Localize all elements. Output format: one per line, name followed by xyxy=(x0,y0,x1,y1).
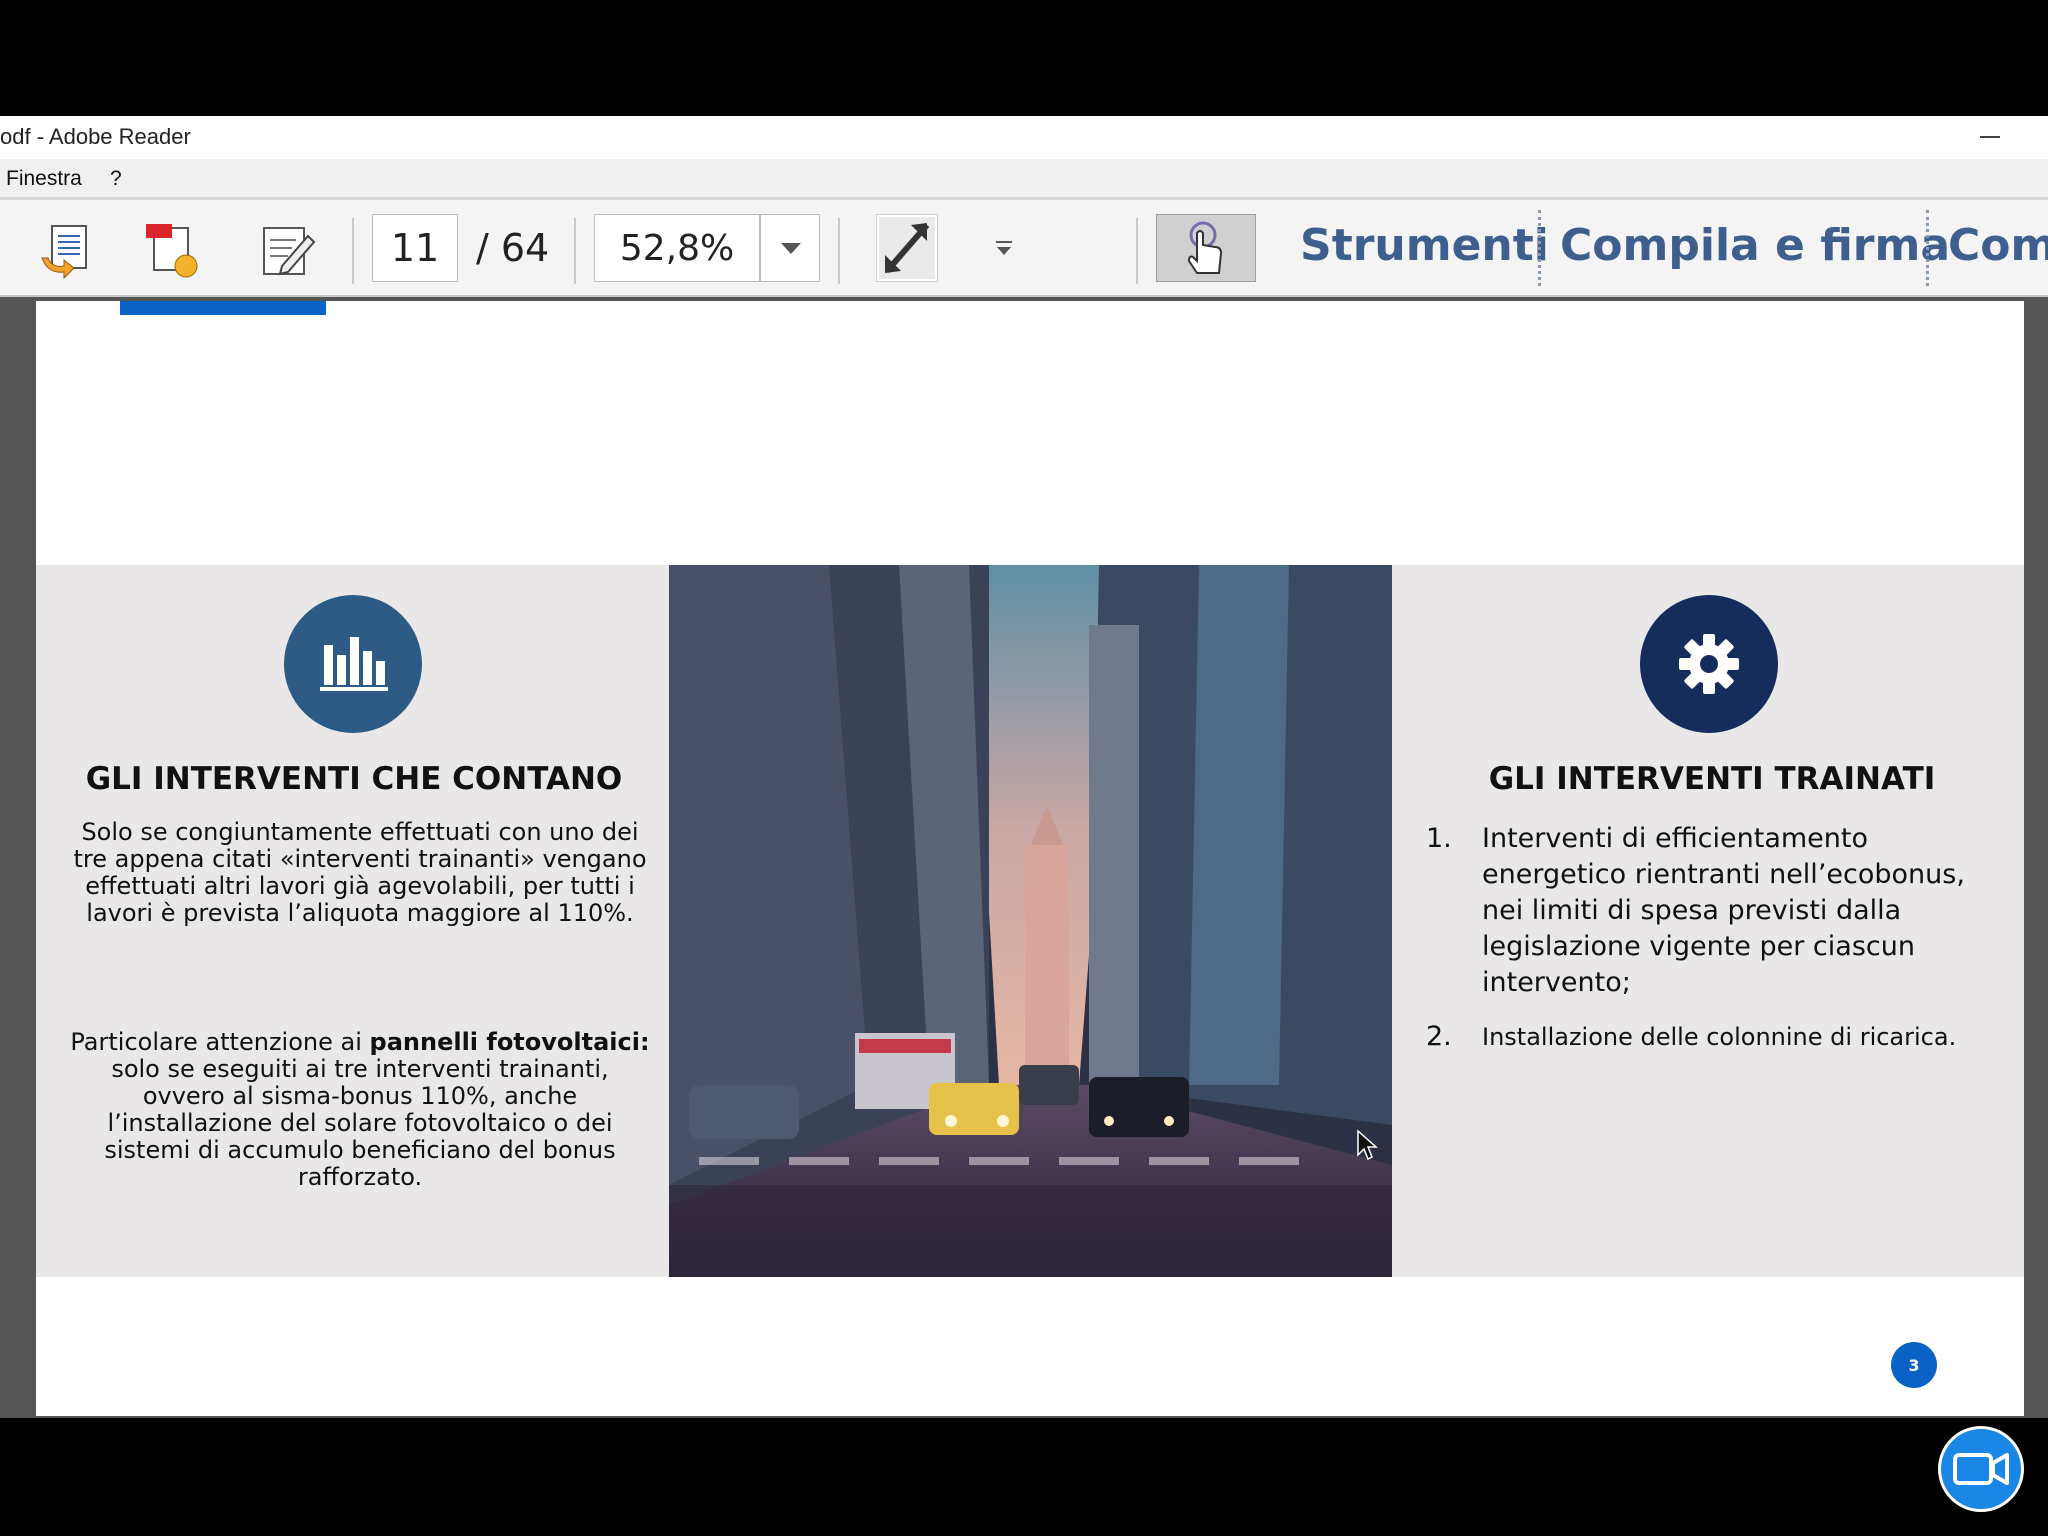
paragraph-2-rest: solo se eseguiti ai tre interventi train… xyxy=(104,1055,616,1191)
fill-sign-panel-link[interactable]: Compila e firma xyxy=(1560,220,1950,271)
expand-arrows-icon xyxy=(879,217,935,279)
city-street-photo xyxy=(669,565,1392,1277)
panel-separator xyxy=(1538,210,1541,286)
minimize-button[interactable] xyxy=(1972,118,2008,154)
list-item: 2. Installazione delle colonnine di rica… xyxy=(1426,1019,1986,1055)
current-page-input[interactable]: 11 xyxy=(372,214,458,282)
touch-mode-button[interactable] xyxy=(1156,214,1256,282)
hand-touch-icon xyxy=(1187,221,1223,274)
document-workspace: GLI INTERVENTI CHE CONTANO Solo se congi… xyxy=(0,297,2048,1418)
export-pdf-icon[interactable] xyxy=(140,222,204,282)
toolbar-separator xyxy=(1136,218,1138,284)
list-item-text: Installazione delle colonnine di ricaric… xyxy=(1482,1023,1957,1051)
fit-page-button[interactable] xyxy=(876,214,938,282)
page-number-badge: 3 xyxy=(1891,1342,1937,1388)
tools-panel-link[interactable]: Strumenti xyxy=(1300,220,1549,271)
toolbar-separator xyxy=(352,218,354,284)
trainati-list: 1. Interventi di efficientamento energet… xyxy=(1426,821,1986,1073)
left-paragraph-1: Solo se congiuntamente effettuati con un… xyxy=(73,818,647,927)
paragraph-2-prefix: Particolare attenzione ai xyxy=(70,1028,370,1056)
list-item-number: 2. xyxy=(1426,1021,1452,1052)
toolbar-separator xyxy=(838,218,840,284)
edit-document-icon[interactable] xyxy=(256,222,320,282)
content-band: GLI INTERVENTI CHE CONTANO Solo se congi… xyxy=(36,565,2024,1277)
menu-bar: Finestra ? xyxy=(0,159,2048,197)
comment-panel-link[interactable]: Com xyxy=(1948,220,2048,271)
list-item-number: 1. xyxy=(1426,823,1452,854)
window-title: odf - Adobe Reader xyxy=(0,124,191,149)
more-tools-button[interactable] xyxy=(992,236,1016,260)
toolbar-separator xyxy=(574,218,576,284)
paragraph-2-bold: pannelli fotovoltaici: xyxy=(369,1028,650,1056)
top-black-bar xyxy=(0,0,2048,116)
bar-chart-icon xyxy=(284,595,422,733)
total-pages-label: / 64 xyxy=(476,226,550,270)
video-camera-icon xyxy=(1953,1453,2009,1485)
left-heading: GLI INTERVENTI CHE CONTANO xyxy=(85,761,623,797)
menu-help[interactable]: ? xyxy=(110,167,122,191)
panel-separator xyxy=(1926,210,1929,286)
pdf-page: GLI INTERVENTI CHE CONTANO Solo se congi… xyxy=(36,301,2024,1416)
accent-strip xyxy=(120,301,326,315)
menu-finestra[interactable]: Finestra xyxy=(6,167,82,191)
title-bar: odf - Adobe Reader xyxy=(0,116,2048,159)
zoom-dropdown-button[interactable] xyxy=(760,214,820,282)
video-camera-button[interactable] xyxy=(1938,1426,2024,1512)
mouse-cursor-icon xyxy=(1357,1129,1378,1161)
gear-icon xyxy=(1640,595,1778,733)
right-heading: GLI INTERVENTI TRAINATI xyxy=(1488,761,1936,797)
list-item: 1. Interventi di efficientamento energet… xyxy=(1426,821,1986,1001)
list-item-text: Interventi di efficientamento energetico… xyxy=(1482,823,1965,998)
left-paragraph-2: Particolare attenzione ai pannelli fotov… xyxy=(70,1029,650,1191)
bottom-black-bar xyxy=(0,1418,2048,1536)
zoom-input[interactable]: 52,8% xyxy=(594,214,760,282)
chevron-down-icon xyxy=(996,241,1012,255)
toolbar: 11 / 64 52,8% Strumenti Compila e firma … xyxy=(0,197,2048,297)
create-pdf-icon[interactable] xyxy=(34,222,98,282)
